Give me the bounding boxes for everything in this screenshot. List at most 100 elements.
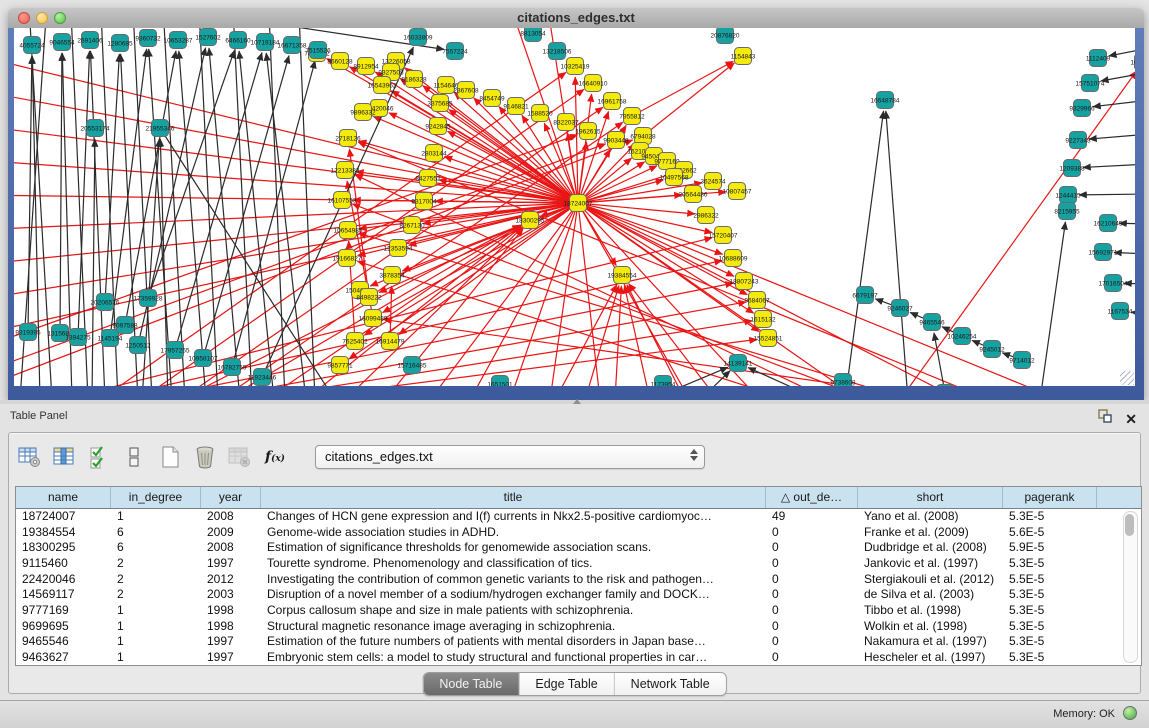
table-row[interactable]: 946362711997Embryonic stem cells: a mode… <box>16 649 1141 665</box>
edge[interactable] <box>643 63 734 136</box>
node[interactable]: 12213383 <box>331 162 360 179</box>
node[interactable]: 9329966 <box>1069 100 1095 117</box>
node[interactable]: 8215955 <box>1054 203 1080 220</box>
column-header-out-de[interactable]: △ out_de… <box>766 487 858 508</box>
node[interactable]: 1112409 <box>1086 50 1111 67</box>
edge[interactable] <box>632 61 733 116</box>
edge[interactable] <box>179 51 206 386</box>
node[interactable]: 8186328 <box>401 71 427 88</box>
node[interactable]: 10719184 <box>251 34 280 51</box>
edge[interactable] <box>1089 134 1135 139</box>
node[interactable]: 16107553 <box>328 192 357 209</box>
node[interactable]: 2986322 <box>693 207 719 224</box>
node[interactable]: 16640910 <box>579 75 608 92</box>
node[interactable]: 7557224 <box>442 43 468 60</box>
node[interactable]: 7955812 <box>619 108 645 125</box>
table-row[interactable]: 2242004622012Investigating the contribut… <box>16 571 1141 587</box>
node[interactable]: 13218506 <box>543 43 572 60</box>
network-canvas[interactable]: 1872400774638228660128891295413226058932… <box>14 28 1135 386</box>
table-row[interactable]: 977716911998Corpus callosum shape and si… <box>16 602 1141 618</box>
node[interactable]: 8427552 <box>415 170 441 187</box>
network-file-select[interactable]: citations_edges.txt <box>315 445 705 469</box>
node[interactable]: 1250512 <box>125 337 151 354</box>
float-panel-icon[interactable] <box>1097 408 1113 429</box>
column-header-year[interactable]: year <box>201 487 261 508</box>
node[interactable]: 6466160 <box>225 32 251 49</box>
edge[interactable] <box>220 122 623 386</box>
resize-grip-icon[interactable] <box>1120 371 1134 385</box>
edge[interactable] <box>203 56 289 358</box>
column-header-title[interactable]: title <box>261 487 766 508</box>
node[interactable]: 1651501 <box>487 376 513 387</box>
new-file-icon[interactable] <box>157 444 183 470</box>
node[interactable]: 8660128 <box>327 53 353 70</box>
node[interactable]: 10653287 <box>164 32 193 49</box>
node[interactable]: 1962615 <box>575 123 601 140</box>
table-row[interactable]: 1830029562008Estimation of significance … <box>16 539 1141 555</box>
node[interactable]: 9738608 <box>830 374 856 387</box>
node[interactable]: 16648784 <box>871 92 900 109</box>
node[interactable]: 2691406 <box>77 32 103 49</box>
node[interactable]: 10246254 <box>948 328 977 345</box>
edge[interactable] <box>391 91 578 203</box>
node[interactable]: 17957255 <box>161 342 190 359</box>
edge[interactable] <box>1083 164 1135 167</box>
node[interactable]: 15524851 <box>754 330 783 347</box>
tab-edge-table[interactable]: Edge Table <box>519 673 614 695</box>
edge[interactable] <box>14 195 578 203</box>
node[interactable]: 9319395 <box>15 324 41 341</box>
edge[interactable] <box>92 139 95 386</box>
close-panel-icon[interactable]: ✕ <box>1125 411 1137 427</box>
node[interactable]: 1167534 <box>1108 303 1133 320</box>
node[interactable]: 15751074 <box>1076 75 1105 92</box>
node[interactable]: 3375685 <box>427 95 453 112</box>
table-row[interactable]: 911546021997Tourette syndrome. Phenomeno… <box>16 555 1141 571</box>
edge[interactable] <box>1109 48 1135 56</box>
node[interactable]: 9146821 <box>503 98 529 115</box>
edge[interactable] <box>1040 222 1065 386</box>
node[interactable]: 1280685 <box>107 35 133 52</box>
node[interactable]: 7625402 <box>342 333 368 350</box>
node[interactable]: 16210645 <box>1094 215 1123 232</box>
table-row[interactable]: 1872400712008Changes of HCN gene express… <box>16 508 1141 524</box>
node[interactable]: 9245012 <box>979 341 1005 358</box>
column-header-short[interactable]: short <box>858 487 1003 508</box>
tab-node-table[interactable]: Node Table <box>423 673 519 695</box>
node[interactable]: 8813054 <box>520 28 546 42</box>
edge[interactable] <box>60 53 62 333</box>
node[interactable]: 9246027 <box>887 300 913 317</box>
node[interactable]: 6679197 <box>852 287 878 304</box>
show-column-icon[interactable] <box>52 444 78 470</box>
column-header-pagerank[interactable]: pagerank <box>1003 487 1097 508</box>
column-header-in-degree[interactable]: in_degree <box>111 487 201 508</box>
node[interactable]: 16914479 <box>376 333 405 350</box>
table-row[interactable]: 946554611997Estimation of the future num… <box>16 634 1141 650</box>
node[interactable]: 10325419 <box>561 58 590 75</box>
edge[interactable] <box>1079 194 1135 195</box>
node[interactable]: 8454749 <box>479 90 505 107</box>
node[interactable]: 15692971 <box>1089 244 1118 261</box>
edge[interactable] <box>298 28 315 386</box>
row-height-icon[interactable] <box>122 444 148 470</box>
node[interactable]: 10688609 <box>719 250 748 267</box>
node[interactable]: 10654985 <box>334 222 363 239</box>
edge[interactable] <box>886 111 908 386</box>
node[interactable]: 16961758 <box>598 93 627 110</box>
node[interactable]: 1173954 <box>651 376 676 387</box>
node[interactable]: 9714012 <box>1009 352 1035 369</box>
node[interactable]: 10958107 <box>189 350 218 367</box>
node[interactable]: 1615132 <box>750 311 776 328</box>
table-row[interactable]: 1456911722003Disruption of a novel membe… <box>16 586 1141 602</box>
edge[interactable] <box>268 28 285 386</box>
node[interactable]: 15716485 <box>398 357 427 374</box>
node[interactable]: 9465546 <box>919 314 945 331</box>
node[interactable]: 9046554 <box>49 34 75 51</box>
function-builder-icon[interactable]: f(x) <box>262 444 288 470</box>
node[interactable]: 1615483 <box>1130 54 1135 71</box>
delete-icon[interactable] <box>192 444 218 470</box>
node[interactable]: 1154843 <box>731 48 756 65</box>
select-mode-icon[interactable] <box>87 444 113 470</box>
node[interactable]: 3624574 <box>700 173 726 190</box>
node[interactable]: 9227343 <box>1065 132 1091 149</box>
table-row[interactable]: 1938455462009Genome-wide association stu… <box>16 524 1141 540</box>
